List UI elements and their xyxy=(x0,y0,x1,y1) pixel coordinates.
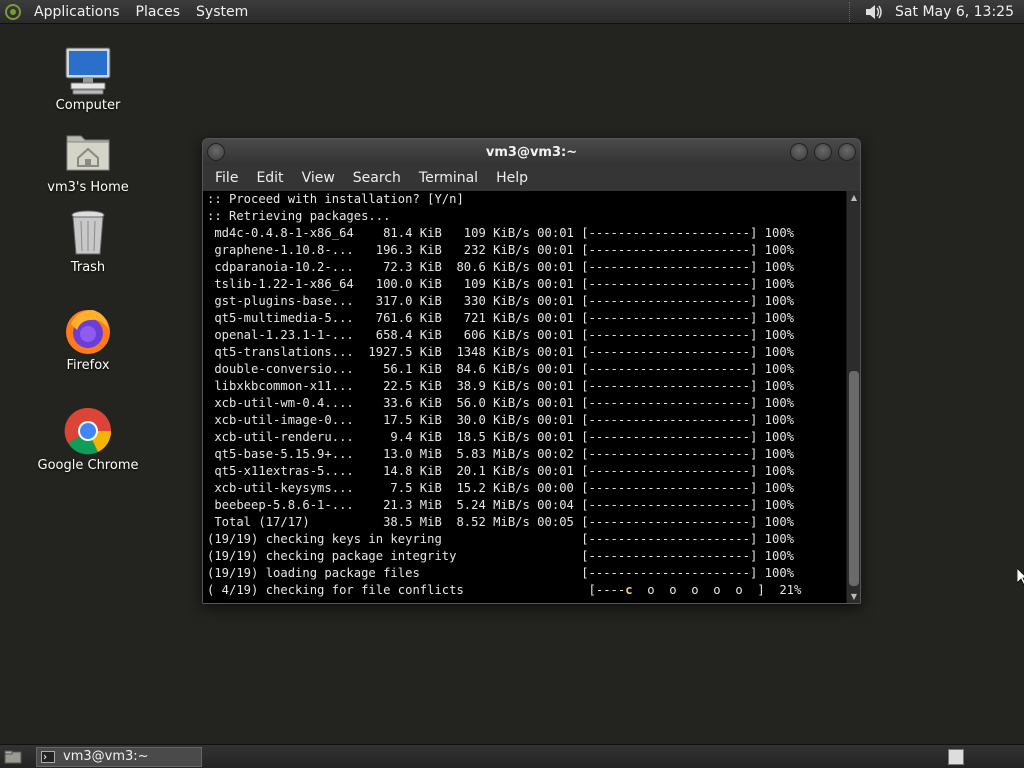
distro-logo-icon[interactable] xyxy=(0,0,26,24)
progress-prefix: ( 4/19) checking for file conflicts [---… xyxy=(207,583,626,597)
terminal-scrollbar[interactable]: ▲ ▼ xyxy=(846,191,860,603)
taskbar-item-terminal[interactable]: vm3@vm3:~ xyxy=(36,746,202,767)
terminal-line: (19/19) checking package integrity [----… xyxy=(207,549,794,563)
terminal-line: :: Retrieving packages... xyxy=(207,209,391,223)
system-menu[interactable]: System xyxy=(188,0,256,24)
scrollbar-thumb[interactable] xyxy=(849,371,859,586)
terminal-line: md4c-0.4.8-1-x86_64 81.4 KiB 109 KiB/s 0… xyxy=(207,226,794,240)
terminal-line: cdparanoia-10.2-... 72.3 KiB 80.6 KiB/s … xyxy=(207,260,794,274)
workspace-switcher[interactable] xyxy=(948,748,964,765)
menu-file[interactable]: File xyxy=(206,165,247,191)
pacman-glyph: c xyxy=(625,583,633,597)
terminal-line: :: Proceed with installation? [Y/n] xyxy=(207,192,464,206)
volume-icon[interactable] xyxy=(859,3,889,21)
desktop-icon-trash[interactable]: Trash xyxy=(33,208,143,275)
mouse-cursor-icon xyxy=(1016,567,1024,590)
applications-menu[interactable]: Applications xyxy=(26,0,128,24)
terminal-output[interactable]: :: Proceed with installation? [Y/n] :: R… xyxy=(203,191,847,603)
menu-edit[interactable]: Edit xyxy=(247,165,292,191)
terminal-line: (19/19) loading package files [---------… xyxy=(207,566,794,580)
home-folder-icon xyxy=(63,128,113,178)
terminal-line: xcb-util-wm-0.4.... 33.6 KiB 56.0 KiB/s … xyxy=(207,396,794,410)
top-panel: Applications Places System Sat May 6, 13… xyxy=(0,0,1024,24)
terminal-line: graphene-1.10.8-... 196.3 KiB 232 KiB/s … xyxy=(207,243,794,257)
desktop-icon-label: Computer xyxy=(55,98,121,113)
close-button[interactable] xyxy=(838,143,856,161)
desktop-icon-firefox[interactable]: Firefox xyxy=(33,306,143,373)
trash-icon xyxy=(63,208,113,258)
progress-suffix: o o o o o ] 21% xyxy=(632,583,802,597)
terminal-line: libxkbcommon-x11... 22.5 KiB 38.9 KiB/s … xyxy=(207,379,794,393)
tray-separator xyxy=(849,1,855,22)
chrome-icon xyxy=(63,406,113,456)
terminal-line: Total (17/17) 38.5 MiB 8.52 MiB/s 00:05 … xyxy=(207,515,794,529)
terminal-window: vm3@vm3:~ File Edit View Search Terminal… xyxy=(202,138,861,604)
desktop-icon-label: Firefox xyxy=(66,358,110,373)
window-menu-button[interactable] xyxy=(207,143,225,161)
terminal-line: tslib-1.22-1-x86_64 100.0 KiB 109 KiB/s … xyxy=(207,277,794,291)
terminal-line: qt5-x11extras-5.... 14.8 KiB 20.1 KiB/s … xyxy=(207,464,794,478)
terminal-line: qt5-base-5.15.9+... 13.0 MiB 5.83 MiB/s … xyxy=(207,447,794,461)
menu-search[interactable]: Search xyxy=(344,165,410,191)
scroll-up-icon[interactable]: ▲ xyxy=(849,193,859,203)
desktop-icon-label: Google Chrome xyxy=(37,458,139,473)
terminal-line: beebeep-5.8.6-1-... 21.3 MiB 5.24 MiB/s … xyxy=(207,498,794,512)
menu-terminal[interactable]: Terminal xyxy=(410,165,487,191)
terminal-menubar: File Edit View Search Terminal Help xyxy=(203,165,860,191)
scroll-down-icon[interactable]: ▼ xyxy=(849,592,859,602)
taskbar-item-label: vm3@vm3:~ xyxy=(63,749,149,764)
desktop-icon-computer[interactable]: Computer xyxy=(33,46,143,113)
terminal-line: (19/19) checking keys in keyring [------… xyxy=(207,532,794,546)
maximize-button[interactable] xyxy=(814,143,832,161)
bottom-panel: vm3@vm3:~ xyxy=(0,744,1024,768)
terminal-line: qt5-translations... 1927.5 KiB 1348 KiB/… xyxy=(207,345,794,359)
terminal-line: double-conversio... 56.1 KiB 84.6 KiB/s … xyxy=(207,362,794,376)
places-menu[interactable]: Places xyxy=(128,0,189,24)
firefox-icon xyxy=(63,306,113,356)
desktop-icon-chrome[interactable]: Google Chrome xyxy=(33,406,143,473)
menu-help[interactable]: Help xyxy=(487,165,537,191)
desktop-icon-home[interactable]: vm3's Home xyxy=(33,128,143,195)
window-title: vm3@vm3:~ xyxy=(485,144,578,160)
terminal-icon xyxy=(41,750,55,763)
computer-icon xyxy=(63,46,113,96)
clock[interactable]: Sat May 6, 13:25 xyxy=(889,4,1024,20)
menu-view[interactable]: View xyxy=(293,165,344,191)
terminal-line-progress: ( 4/19) checking for file conflicts [---… xyxy=(207,582,847,599)
minimize-button[interactable] xyxy=(790,143,808,161)
terminal-titlebar[interactable]: vm3@vm3:~ xyxy=(203,139,860,165)
terminal-line: xcb-util-image-0... 17.5 KiB 30.0 KiB/s … xyxy=(207,413,794,427)
desktop-icon-label: vm3's Home xyxy=(47,180,129,195)
show-desktop-icon[interactable] xyxy=(0,745,26,768)
desktop-icon-label: Trash xyxy=(70,260,106,275)
terminal-line: qt5-multimedia-5... 761.6 KiB 721 KiB/s … xyxy=(207,311,794,325)
terminal-line: openal-1.23.1-1-... 658.4 KiB 606 KiB/s … xyxy=(207,328,794,342)
terminal-line: xcb-util-renderu... 9.4 KiB 18.5 KiB/s 0… xyxy=(207,430,794,444)
terminal-line: xcb-util-keysyms... 7.5 KiB 15.2 KiB/s 0… xyxy=(207,481,794,495)
terminal-line: gst-plugins-base... 317.0 KiB 330 KiB/s … xyxy=(207,294,794,308)
